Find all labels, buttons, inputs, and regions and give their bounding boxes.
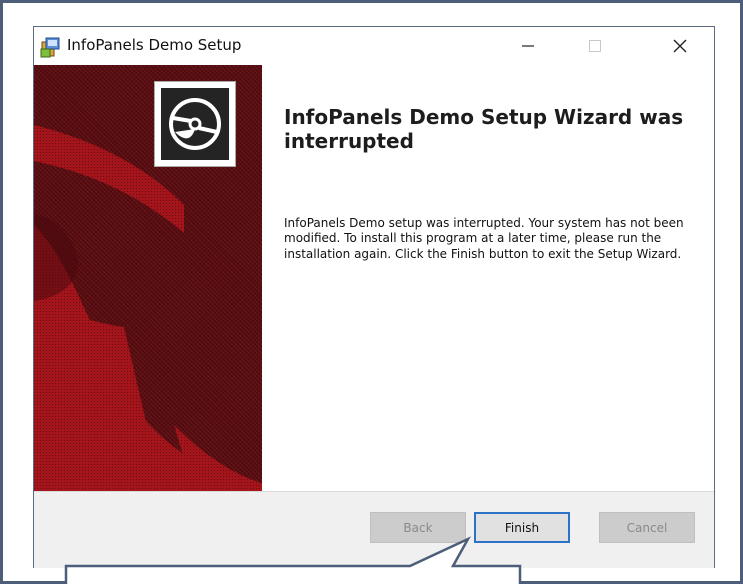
back-button: Back [370, 512, 466, 543]
close-icon [673, 39, 687, 53]
disc-icon [154, 81, 236, 167]
message-text: InfoPanels Demo setup was interrupted. Y… [284, 216, 684, 261]
page-title: InfoPanels Demo Setup Wizard was interru… [284, 105, 684, 153]
cancel-button: Cancel [599, 512, 695, 543]
minimize-button[interactable] [505, 27, 551, 65]
main-content: InfoPanels Demo Setup Wizard was interru… [284, 105, 694, 262]
setup-dialog: InfoPanels Demo Setup InfoPanels Demo Se… [33, 26, 715, 568]
window-title: InfoPanels Demo Setup [67, 36, 242, 54]
setup-icon [40, 36, 62, 58]
finish-button[interactable]: Finish [474, 512, 570, 543]
maximize-icon [589, 40, 601, 52]
wizard-banner [34, 65, 262, 491]
title-bar[interactable]: InfoPanels Demo Setup [34, 27, 714, 65]
close-button[interactable] [657, 27, 703, 65]
maximize-button [572, 27, 618, 65]
minimize-icon [522, 45, 534, 47]
button-bar: Back Finish Cancel [34, 491, 714, 568]
